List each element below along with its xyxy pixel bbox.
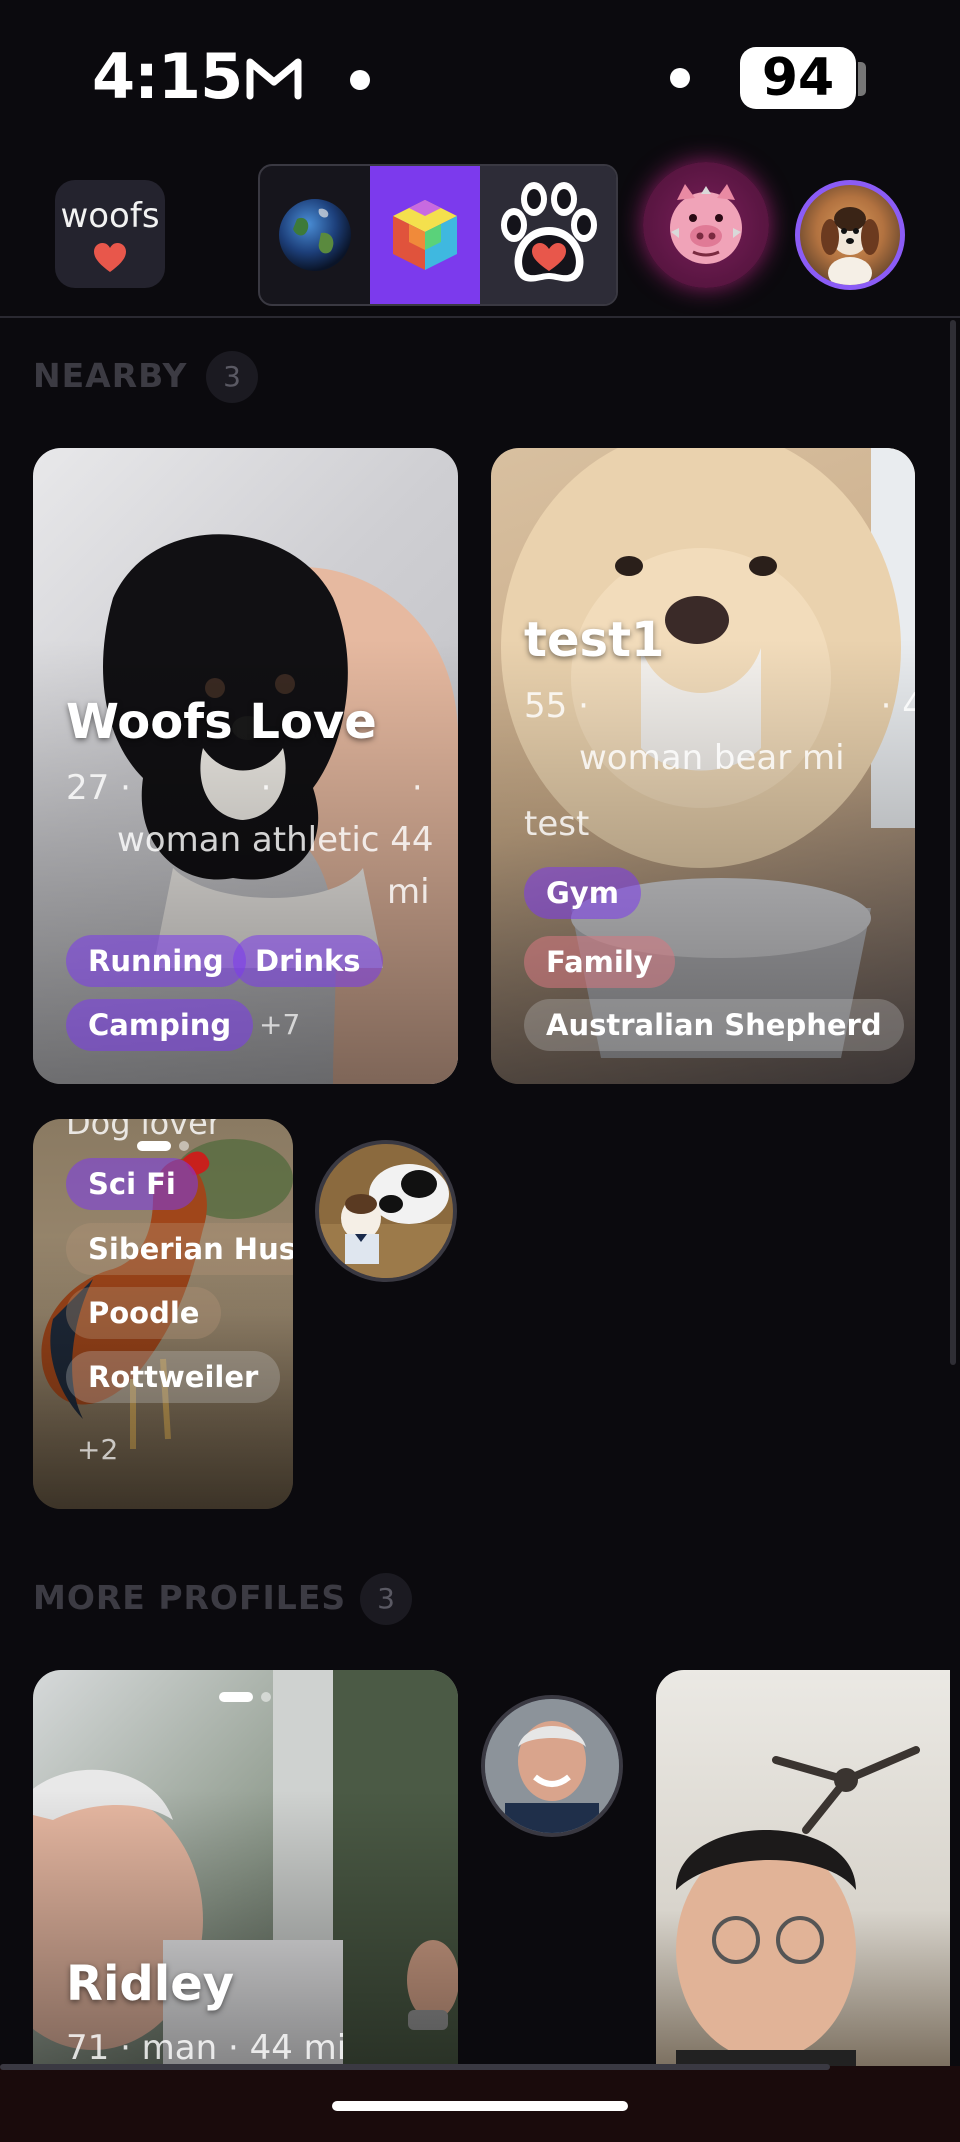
tag-chip: Family <box>524 936 675 988</box>
young-man-photo <box>676 1746 920 2070</box>
tab-rainbow-cube[interactable] <box>370 166 480 304</box>
battery-indicator: 94 <box>740 47 856 109</box>
profile-bio: Dog lover <box>66 1119 221 1142</box>
profile-card-woofs-love[interactable]: Woofs Love 27 · · · woman athletic 44 mi… <box>33 448 458 1084</box>
dog-and-cow-image <box>319 1164 453 1278</box>
tag-chip: Camping <box>66 999 254 1051</box>
profile-card-test1[interactable]: test1 55 · · 44 woman bear mi test Gym F… <box>491 448 915 1084</box>
profile-name: Ridley <box>66 1956 235 2012</box>
more-tags-count: +7 <box>259 1008 301 1041</box>
profile-card-third[interactable] <box>656 1670 950 2070</box>
tag-chip: Sci Fi <box>66 1158 198 1210</box>
tag-chip: Drinks <box>233 935 383 987</box>
profile-meta-line1: 55 · · 44 <box>524 686 915 726</box>
mode-switcher <box>258 164 618 306</box>
clock: 4:15 <box>92 40 243 113</box>
vertical-scrollbar[interactable] <box>950 320 956 1365</box>
paw-heart-icon <box>501 182 597 282</box>
tab-paw-heart[interactable] <box>480 166 616 304</box>
profile-bio: test <box>524 804 590 844</box>
gmail-icon <box>246 58 302 100</box>
profile-meta-line2: woman athletic 44 <box>117 820 434 860</box>
beagle-puppy-image <box>821 207 879 285</box>
tag-chip: Gym <box>524 867 641 919</box>
profile-name: Woofs Love <box>66 694 377 750</box>
section-title-nearby: NEARBY <box>33 356 188 395</box>
tag-chip: Australian Shepherd <box>524 999 904 1051</box>
app-header: woofs <box>0 160 960 318</box>
tag-chip: Running <box>66 935 246 987</box>
home-indicator[interactable] <box>332 2101 628 2111</box>
horizontal-scrollbar[interactable] <box>0 2064 830 2070</box>
more-profiles-count-badge: 3 <box>360 1573 412 1625</box>
heart-icon <box>94 243 126 272</box>
nearby-count-badge: 3 <box>206 351 258 403</box>
profile-meta-line2: woman bear mi <box>579 738 845 778</box>
status-bar: 4:15 94 <box>0 0 960 150</box>
older-man-face-image <box>485 1699 619 1833</box>
tag-chip: Rottweiler <box>66 1351 281 1403</box>
profile-mini-avatar[interactable] <box>481 1695 623 1837</box>
tag-chip: Siberian Husky <box>66 1223 293 1275</box>
profile-name: test1 <box>524 612 665 668</box>
pig-face-icon <box>670 184 742 264</box>
tab-globe[interactable] <box>260 166 370 304</box>
tag-chip: Poodle <box>66 1287 222 1339</box>
battery-nub <box>858 62 866 96</box>
profile-meta-line3: mi <box>387 872 430 912</box>
profile-card-rooster[interactable]: Dog lover Sci Fi Siberian Husky Poodle R… <box>33 1119 293 1509</box>
profile-meta: 71 · man · 44 mi <box>66 2028 347 2068</box>
logo-text: woofs <box>60 196 160 236</box>
section-title-more-profiles: MORE PROFILES <box>33 1578 347 1617</box>
woofs-logo[interactable]: woofs <box>55 180 165 288</box>
notification-dot <box>670 68 690 88</box>
pig-mascot-button[interactable] <box>643 162 769 288</box>
profile-card-ridley[interactable]: Ridley 71 · man · 44 mi <box>33 1670 458 2070</box>
profile-mini-avatar[interactable] <box>315 1140 457 1282</box>
notification-dot <box>350 70 370 90</box>
cube-icon <box>393 200 457 270</box>
more-tags-count: +2 <box>77 1433 119 1466</box>
photo-page-dots <box>219 1692 271 1702</box>
my-profile-avatar[interactable] <box>795 180 905 290</box>
globe-icon <box>279 199 351 271</box>
profile-meta-line1: 27 · · · <box>66 768 423 808</box>
